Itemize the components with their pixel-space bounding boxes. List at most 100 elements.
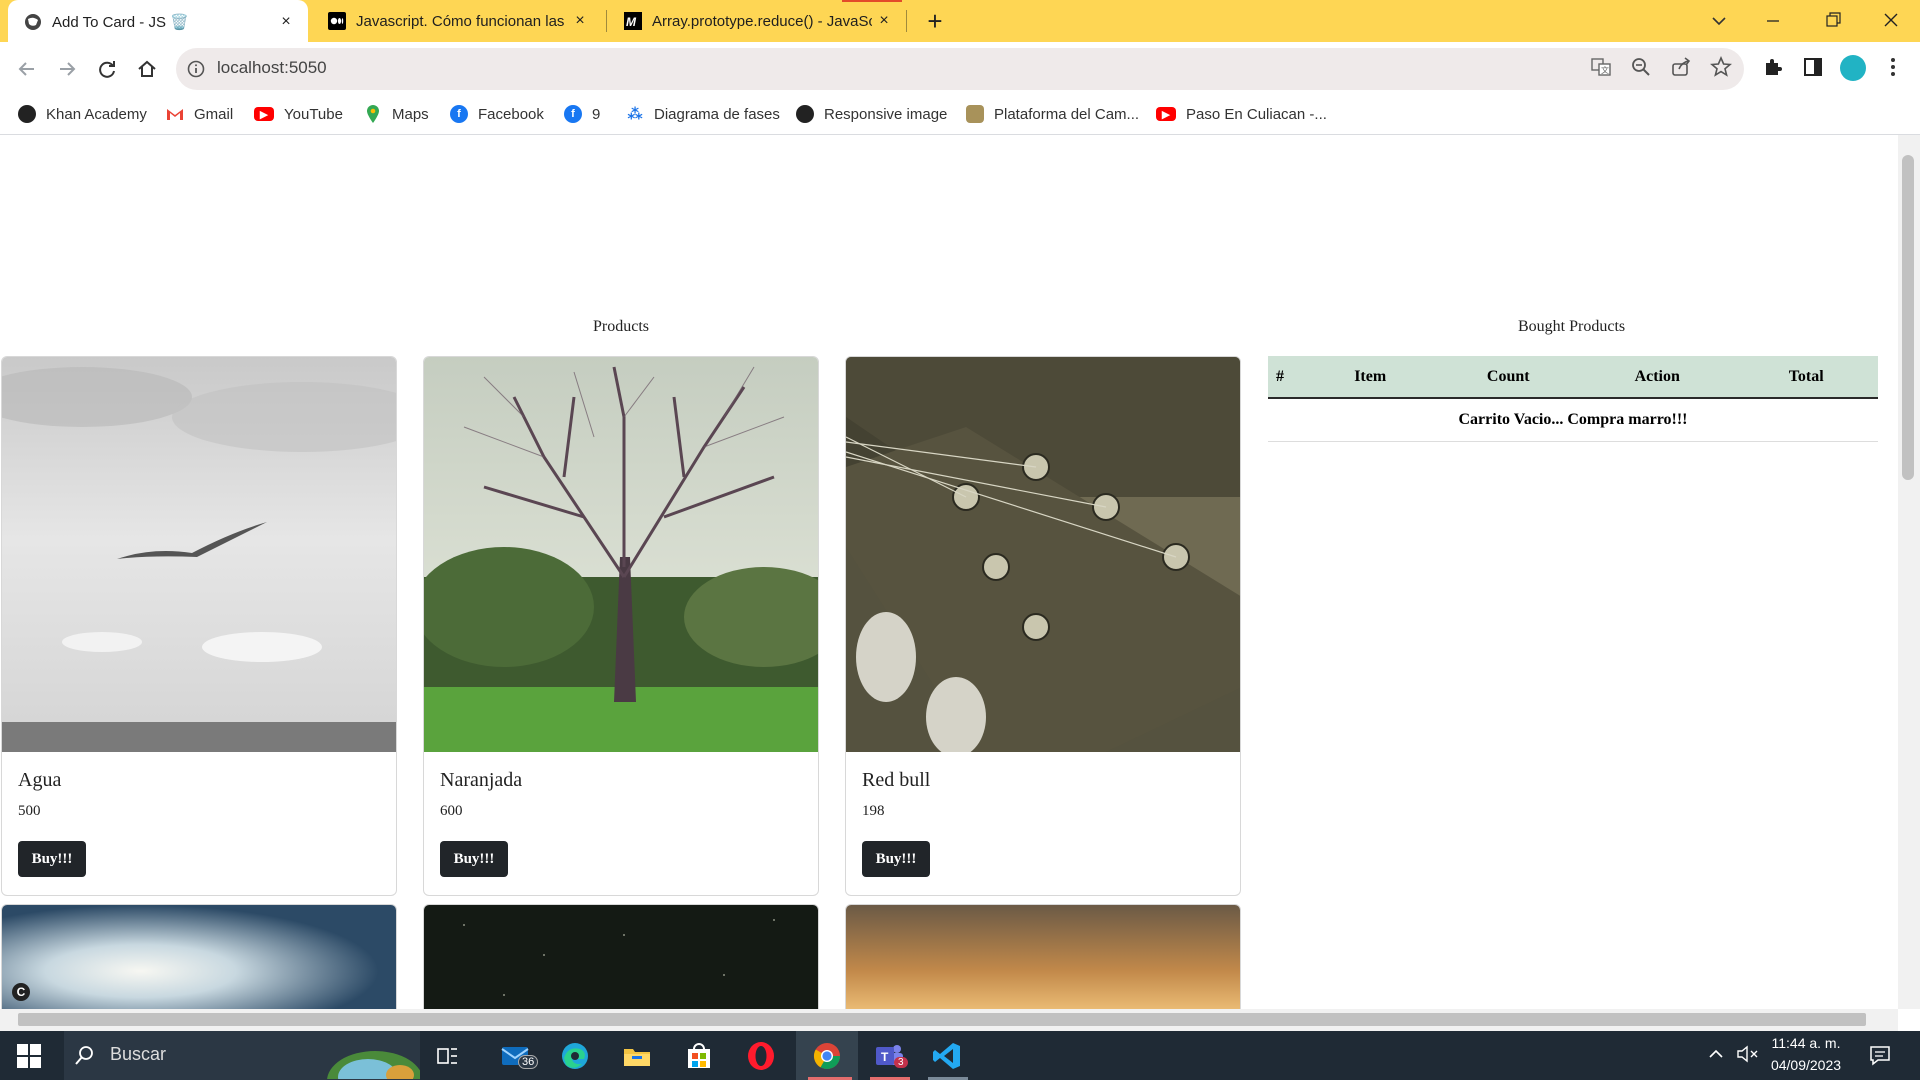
forward-icon[interactable] [52, 54, 82, 84]
cart-table: # Item Count Action Total Carrito Vacio.… [1268, 356, 1878, 442]
bookmark-facebook[interactable]: f Facebook [450, 101, 544, 127]
bookmark-label: Responsive image [824, 105, 948, 123]
facebook-icon: f [450, 105, 468, 123]
side-panel-icon[interactable] [1800, 56, 1826, 83]
column-header: Action [1580, 356, 1735, 399]
buy-button[interactable]: Buy!!! [862, 841, 930, 877]
edge-icon[interactable] [552, 1037, 598, 1075]
tab-title: Javascript. Cómo funcionan las co [356, 12, 568, 30]
product-price: 600 [440, 803, 463, 819]
product-card: Red bull 198 Buy!!! [845, 356, 1241, 896]
youtube-icon: ▶ [254, 107, 274, 121]
column-header: # [1268, 356, 1304, 399]
menu-icon[interactable] [1880, 56, 1906, 83]
clock-time[interactable]: 11:44 a. m. [1768, 1035, 1844, 1051]
svg-text:T: T [881, 1050, 889, 1064]
close-tab-icon[interactable]: × [274, 13, 298, 31]
products-title: Products [593, 318, 649, 335]
teams-icon[interactable]: T 3 [866, 1037, 912, 1075]
gmail-icon [166, 105, 184, 123]
facebook-icon: f [564, 105, 582, 123]
avatar[interactable] [1840, 55, 1866, 81]
product-card [1, 904, 397, 1009]
volume-muted-icon[interactable] [1736, 1044, 1760, 1064]
vertical-scroll-thumb[interactable] [1902, 155, 1914, 480]
product-card: Naranjada 600 Buy!!! [423, 356, 819, 896]
product-price: 198 [862, 803, 885, 819]
bookmark-paso-culiacan[interactable]: ▶ Paso En Culiacan -... [1156, 101, 1327, 127]
bookmark-label: Diagrama de fases [654, 105, 780, 123]
bookmark-youtube[interactable]: ▶ YouTube [254, 101, 343, 127]
mdn-icon: M [624, 12, 642, 30]
translate-icon[interactable]: 文 [1588, 56, 1614, 83]
maps-icon [364, 105, 382, 123]
notifications-icon[interactable] [1868, 1043, 1892, 1067]
close-tab-icon[interactable]: × [568, 12, 592, 30]
home-icon[interactable] [132, 54, 162, 84]
column-header: Item [1303, 356, 1437, 399]
reload-icon[interactable] [92, 54, 122, 84]
khan-icon [18, 105, 36, 123]
share-icon[interactable] [1668, 56, 1694, 83]
extensions-icon[interactable] [1760, 56, 1786, 83]
bookmark-maps[interactable]: Maps [364, 101, 429, 127]
product-image-tree [424, 357, 818, 752]
file-explorer-icon[interactable] [614, 1037, 660, 1075]
chrome-icon[interactable] [804, 1037, 850, 1075]
opera-icon[interactable] [738, 1037, 784, 1075]
restore-icon[interactable] [1818, 8, 1848, 34]
bookmark-star-icon[interactable] [1708, 55, 1734, 83]
bookmark-responsive-image[interactable]: Responsive image [796, 101, 947, 127]
task-view-icon[interactable] [424, 1037, 470, 1075]
bookmark-diagrama[interactable]: ⁂ Diagrama de fases [626, 101, 780, 127]
buy-button[interactable]: Buy!!! [440, 841, 508, 877]
tab-separator [906, 10, 907, 32]
globe-icon [24, 13, 42, 31]
search-icon [74, 1044, 96, 1066]
vscode-icon[interactable] [924, 1037, 970, 1075]
tab-add-to-card[interactable]: Add To Card - JS 🗑️ × [8, 0, 308, 43]
zoom-icon[interactable] [1628, 56, 1654, 83]
cart-header-row: # Item Count Action Total [1268, 356, 1878, 399]
bookmark-plataforma[interactable]: Plataforma del Cam... [966, 101, 1139, 127]
bookmark-facebook-9[interactable]: f 9 [564, 101, 600, 127]
product-image-bird [2, 357, 396, 752]
svg-text:文: 文 [1601, 65, 1609, 75]
mail-icon[interactable]: 36 [494, 1037, 540, 1075]
mail-badge: 36 [518, 1055, 539, 1069]
store-icon[interactable] [676, 1037, 722, 1075]
tab-array-reduce[interactable]: M Array.prototype.reduce() - JavaSc × [608, 0, 906, 42]
windows-start-icon[interactable] [16, 1043, 42, 1069]
buy-button[interactable]: Buy!!! [18, 841, 86, 877]
clock-date[interactable]: 04/09/2023 [1766, 1057, 1846, 1073]
url-text[interactable]: localhost:5050 [217, 58, 327, 78]
tab-title: Array.prototype.reduce() - JavaSc [652, 12, 872, 30]
horizontal-scroll-thumb[interactable] [18, 1013, 1866, 1026]
teams-badge: 3 [894, 1057, 908, 1068]
back-icon[interactable] [12, 54, 42, 84]
close-tab-icon[interactable]: × [872, 12, 896, 30]
bookmark-label: Maps [392, 105, 429, 123]
minimize-icon[interactable] [1758, 8, 1788, 34]
column-header: Count [1436, 356, 1581, 399]
table-row: Carrito Vacio... Compra marro!!! [1268, 398, 1878, 442]
tab-javascript[interactable]: Javascript. Cómo funcionan las co × [312, 0, 602, 42]
address-bar[interactable] [176, 48, 1744, 90]
tab-title: Add To Card - JS 🗑️ [52, 13, 189, 31]
close-window-icon[interactable] [1876, 8, 1906, 34]
product-card [423, 904, 819, 1009]
new-tab-button[interactable]: + [920, 6, 950, 36]
bookmark-khan-academy[interactable]: Khan Academy [18, 101, 147, 127]
search-label: Buscar [110, 1044, 167, 1064]
tab-search-icon[interactable] [1706, 8, 1732, 34]
product-price: 500 [18, 803, 41, 819]
bookmark-gmail[interactable]: Gmail [166, 101, 233, 127]
bookmark-label: 9 [592, 105, 601, 123]
globe-icon [796, 105, 814, 123]
product-name: Agua [18, 769, 62, 791]
svg-text:M: M [626, 15, 637, 29]
chevron-up-icon[interactable] [1706, 1044, 1726, 1064]
column-header: Total [1734, 356, 1878, 399]
overlay-c-icon[interactable]: C [12, 983, 30, 1001]
site-info-icon[interactable] [186, 59, 206, 79]
